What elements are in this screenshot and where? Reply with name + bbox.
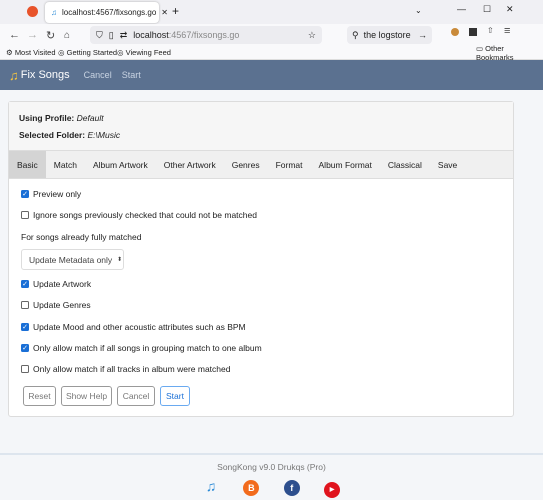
reset-button[interactable]: Reset xyxy=(23,386,56,406)
bookmark-star-icon[interactable]: ☆ xyxy=(308,30,316,41)
bookmark-getting-started[interactable]: ◎ Getting Started xyxy=(58,48,117,57)
start-button[interactable]: Start xyxy=(160,386,190,406)
all-tracks-matched-option[interactable]: Only allow match if all tracks in album … xyxy=(21,364,230,374)
checkbox[interactable] xyxy=(21,365,29,373)
nav-cancel[interactable]: Cancel xyxy=(84,70,112,80)
tab-basic[interactable]: Basic xyxy=(9,151,46,178)
checkbox[interactable]: ✓ xyxy=(21,323,29,331)
app-title: Fix Songs xyxy=(20,69,70,81)
update-mood-option[interactable]: ✓ Update Mood and other acoustic attribut… xyxy=(21,322,246,332)
tab-other-artwork[interactable]: Other Artwork xyxy=(156,151,224,178)
list-tabs-icon[interactable]: ⌄ xyxy=(415,6,422,15)
checkbox[interactable]: ✓ xyxy=(21,280,29,288)
extension-icon[interactable] xyxy=(451,28,459,36)
home-icon[interactable]: ⌂ xyxy=(64,30,70,41)
extensions-icon[interactable]: ⇧ xyxy=(487,26,494,35)
version-text: SongKong v9.0 Drukqs (Pro) xyxy=(217,462,326,472)
browser-tab-strip: ♫ localhost:4567/fixsongs.go ✕ + ⌄ — ☐ ✕ xyxy=(0,0,543,24)
url-bar[interactable]: ⛉ ▯ ⇄ localhost:4567/fixsongs.go ☆ xyxy=(90,26,322,44)
folder-value: E:\Music xyxy=(87,130,121,140)
page-icon[interactable]: ▯ xyxy=(109,30,114,41)
bookmark-viewing-feed[interactable]: ◎ Viewing Feed xyxy=(117,48,171,57)
fully-matched-select[interactable]: Update Metadata only ⬍ xyxy=(21,249,124,270)
url-path: :4567/fixsongs.go xyxy=(168,30,240,40)
blogger-icon[interactable]: B xyxy=(243,480,260,496)
maximize-icon[interactable]: ☐ xyxy=(483,4,491,15)
close-tab-icon[interactable]: ✕ xyxy=(161,8,168,17)
update-genres-option[interactable]: Update Genres xyxy=(21,300,91,310)
url-host: localhost xyxy=(133,30,169,40)
extension2-icon[interactable] xyxy=(469,28,477,36)
tab-format[interactable]: Format xyxy=(268,151,311,178)
settings-tabs: Basic Match Album Artwork Other Artwork … xyxy=(9,151,513,179)
checkbox[interactable] xyxy=(21,211,29,219)
search-bar[interactable]: ⚲ the logstore → xyxy=(347,26,432,44)
tab-title: localhost:4567/fixsongs.go xyxy=(62,8,157,17)
tab-match[interactable]: Match xyxy=(46,151,85,178)
browser-tab[interactable]: ♫ localhost:4567/fixsongs.go ✕ xyxy=(45,2,168,23)
menu-icon[interactable]: ≡ xyxy=(504,25,510,37)
back-icon[interactable]: ← xyxy=(9,29,20,41)
cancel-button[interactable]: Cancel xyxy=(117,386,155,406)
search-icon: ⚲ xyxy=(352,29,359,40)
bookmarks-bar: ⚙ Most Visited ◎ Getting Started ◎ Viewi… xyxy=(0,44,543,62)
nav-start[interactable]: Start xyxy=(122,70,141,80)
ignore-unmatched-option[interactable]: Ignore songs previously checked that cou… xyxy=(21,210,257,220)
fix-songs-card: Using Profile: Default Selected Folder: … xyxy=(8,101,514,417)
app-header: ♫ Fix Songs Cancel Start xyxy=(0,60,543,90)
close-window-icon[interactable]: ✕ xyxy=(506,4,514,15)
minimize-icon[interactable]: — xyxy=(457,4,466,14)
show-help-button[interactable]: Show Help xyxy=(61,386,112,406)
tab-classical[interactable]: Classical xyxy=(380,151,430,178)
other-bookmarks[interactable]: ▭ Other Bookmarks xyxy=(476,44,543,62)
grouping-match-option[interactable]: ✓ Only allow match if all songs in groupi… xyxy=(21,343,262,353)
profile-value: Default xyxy=(76,113,104,123)
checkbox[interactable]: ✓ xyxy=(21,190,29,198)
tab-album-artwork[interactable]: Album Artwork xyxy=(85,151,156,178)
reload-icon[interactable]: ↻ xyxy=(46,29,55,42)
permissions-icon[interactable]: ⇄ xyxy=(120,30,128,41)
preview-only-option[interactable]: ✓ Preview only xyxy=(21,189,81,199)
songkong-logo-icon: ♫ xyxy=(9,67,19,83)
go-arrow-icon[interactable]: → xyxy=(418,30,427,40)
songkong-icon: ♫ xyxy=(51,8,57,17)
tab-album-format[interactable]: Album Format xyxy=(311,151,380,178)
tab-genres[interactable]: Genres xyxy=(224,151,268,178)
profile-info: Using Profile: Default Selected Folder: … xyxy=(9,102,513,151)
firefox-icon[interactable] xyxy=(27,6,38,17)
fully-matched-label: For songs already fully matched xyxy=(21,232,142,242)
update-artwork-option[interactable]: ✓ Update Artwork xyxy=(21,279,91,289)
tab-save[interactable]: Save xyxy=(430,151,465,178)
shield-icon[interactable]: ⛉ xyxy=(96,30,103,41)
folder-label: Selected Folder: xyxy=(19,130,86,140)
bookmark-most-visited[interactable]: ⚙ Most Visited xyxy=(6,48,56,57)
new-tab-icon[interactable]: + xyxy=(172,4,179,18)
forward-icon[interactable]: → xyxy=(27,29,38,41)
search-text: the logstore xyxy=(363,30,411,40)
checkbox[interactable]: ✓ xyxy=(21,344,29,352)
facebook-icon[interactable]: f xyxy=(283,480,300,496)
footer: SongKong v9.0 Drukqs (Pro) ♫ B f ▶ xyxy=(0,453,543,500)
profile-label: Using Profile: xyxy=(19,113,75,123)
songkong-icon[interactable]: ♫ xyxy=(203,478,219,494)
select-arrows-icon: ⬍ xyxy=(117,257,123,263)
youtube-icon[interactable]: ▶ xyxy=(324,481,341,498)
checkbox[interactable] xyxy=(21,301,29,309)
